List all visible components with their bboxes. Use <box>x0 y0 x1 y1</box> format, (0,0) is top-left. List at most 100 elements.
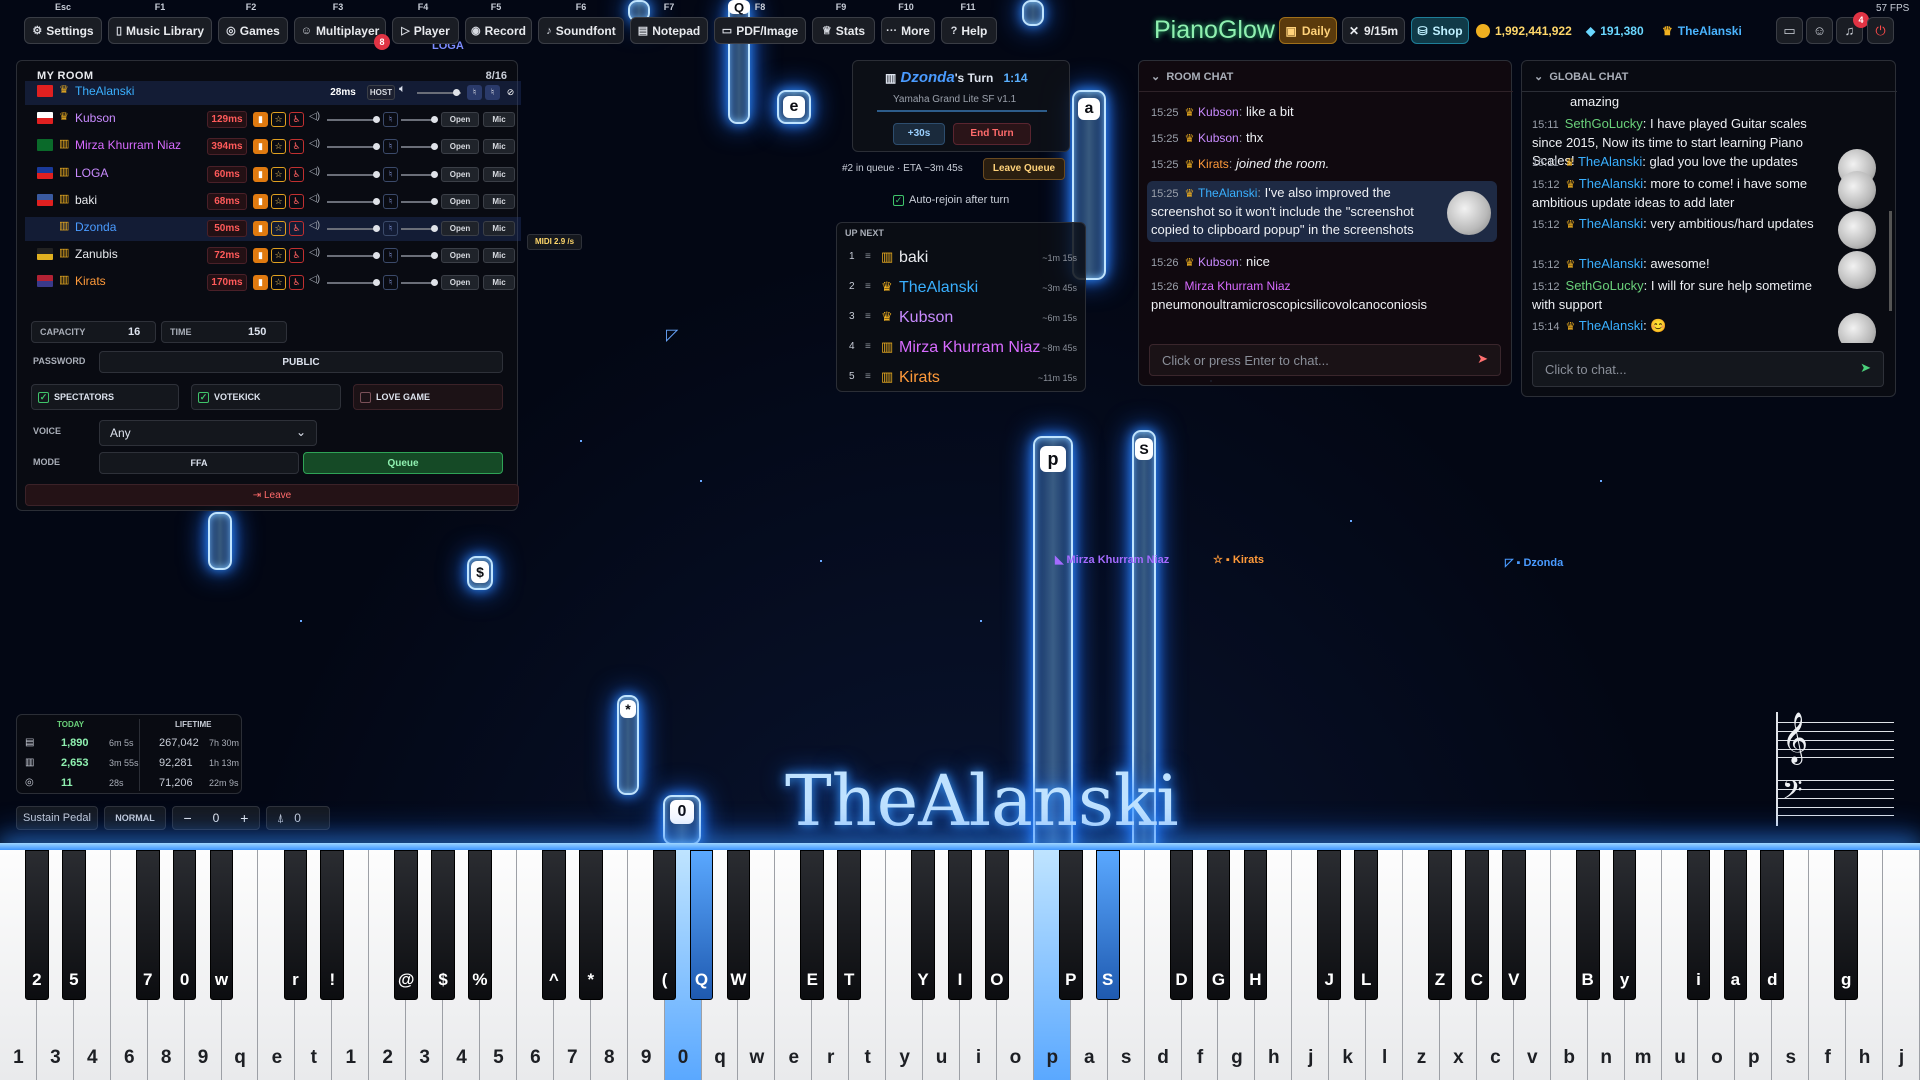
open-button[interactable]: Open <box>441 275 479 291</box>
chat-user[interactable]: Kubson <box>1198 105 1239 119</box>
open-button[interactable]: Open <box>441 248 479 264</box>
volume-slider[interactable] <box>327 116 380 124</box>
mic-icon[interactable]: ♮ <box>383 248 398 264</box>
mic-button[interactable]: Mic <box>483 248 515 264</box>
mic-volume-slider[interactable] <box>401 252 438 260</box>
chat-icon[interactable]: ▭ <box>1776 17 1803 44</box>
mic-icon[interactable]: ♮ <box>383 139 398 155</box>
velocity-mode-button[interactable]: NORMAL <box>104 806 166 830</box>
kick-icon[interactable]: ♿︎ <box>289 166 304 182</box>
power-icon[interactable]: ⏻ <box>1867 17 1894 44</box>
volume-slider[interactable] <box>327 279 380 287</box>
volume-icon[interactable]: ◁) <box>309 220 320 231</box>
player-row[interactable]: ▥ Kirats 170ms ▮ ☆ ♿︎ ◁) ♮ Open Mic <box>25 271 521 295</box>
volume-slider[interactable] <box>327 197 380 205</box>
avatar[interactable] <box>1838 171 1876 209</box>
player-row[interactable]: ♛ Kubson 129ms ▮ ☆ ♿︎ ◁) ♮ Open Mic <box>25 108 521 132</box>
capacity-field[interactable]: CAPACITY 16 <box>31 321 156 343</box>
star-icon[interactable]: ☆ <box>271 193 286 209</box>
settings-button[interactable]: ⚙ Settings <box>24 17 102 44</box>
player-row[interactable]: ▥ Mirza Khurram Niaz 394ms ▮ ☆ ♿︎ ◁) ♮ Open Mic <box>25 135 521 159</box>
autorejoin-checkbox[interactable]: ✓ Auto-rejoin after turn <box>893 194 1009 206</box>
chat-user[interactable]: TheAlanski <box>1579 176 1643 191</box>
mic-icon[interactable]: ♮ <box>383 193 398 209</box>
transpose-minus-button[interactable]: − <box>183 810 191 826</box>
multiplayer-button[interactable]: ☺ Multiplayer <box>294 17 386 44</box>
gift-icon[interactable]: ▮ <box>253 248 268 264</box>
player-row[interactable]: ▥ baki 68ms ▮ ☆ ♿︎ ◁) ♮ Open Mic <box>25 190 521 214</box>
queue-item[interactable]: 3 ≡ ♛ Kubson ~6m 15s <box>837 305 1087 333</box>
queue-item[interactable]: 1 ≡ ▥ baki ~1m 15s <box>837 245 1087 273</box>
drag-handle-icon[interactable]: ≡ <box>865 251 871 262</box>
mic-icon[interactable]: ♮ <box>383 275 398 291</box>
mic-volume-slider[interactable] <box>401 170 438 178</box>
player-row[interactable]: ▥ Dzonda 50ms ▮ ☆ ♿︎ ◁) ♮ Open Mic <box>25 217 521 241</box>
open-button[interactable]: Open <box>441 139 479 155</box>
open-button[interactable]: Open <box>441 193 479 209</box>
more-button[interactable]: ··· More <box>881 17 935 44</box>
mic-button[interactable]: Mic <box>483 221 515 236</box>
volume-slider[interactable] <box>417 89 461 96</box>
queue-item[interactable]: 5 ≡ ▥ Kirats ~11m 15s <box>837 365 1087 393</box>
mic-icon[interactable]: ♮ <box>383 166 398 182</box>
chat-user[interactable]: TheAlanski <box>1579 256 1643 271</box>
star-icon[interactable]: ☆ <box>271 248 286 264</box>
chat-user[interactable]: SethGoLucky <box>1566 278 1644 293</box>
gift-icon[interactable]: ▮ <box>253 139 268 155</box>
volume-icon[interactable]: ◁) <box>309 274 320 285</box>
open-button[interactable]: Open <box>441 112 479 128</box>
time-field[interactable]: TIME 150 <box>161 321 287 343</box>
mic-icon[interactable]: ♮ <box>383 112 398 128</box>
mic-volume-slider[interactable] <box>401 197 438 205</box>
leave-queue-button[interactable]: Leave Queue <box>983 158 1065 180</box>
transpose-plus-button[interactable]: + <box>240 810 248 826</box>
mic-button[interactable]: Mic <box>483 193 515 209</box>
mic-icon[interactable]: ♮ <box>485 85 500 100</box>
chat-user[interactable]: TheAlanski <box>1579 216 1643 231</box>
gift-icon[interactable]: ▮ <box>253 221 268 236</box>
volume-slider[interactable] <box>327 252 380 260</box>
chat-user[interactable]: SethGoLucky <box>1565 116 1643 131</box>
avatar[interactable] <box>1838 211 1876 249</box>
chat-user[interactable]: TheAlanski <box>1578 154 1642 169</box>
end-turn-button[interactable]: End Turn <box>953 123 1031 145</box>
queue-item[interactable]: 4 ≡ ▥ Mirza Khurram Niaz ~8m 45s <box>837 335 1087 363</box>
mic-volume-slider[interactable] <box>401 279 438 287</box>
soundfont-button[interactable]: ♪ Soundfont <box>538 17 624 44</box>
kick-icon[interactable]: ♿︎ <box>289 112 304 128</box>
gift-icon[interactable]: ▮ <box>253 166 268 182</box>
mic-volume-slider[interactable] <box>401 116 438 124</box>
kick-icon[interactable]: ♿︎ <box>289 139 304 155</box>
voice-select[interactable]: Any ⌄ <box>99 420 317 446</box>
room-chat-input[interactable]: Click or press Enter to chat... ➤ <box>1149 344 1501 376</box>
chat-user[interactable]: TheAlanski <box>1198 186 1257 200</box>
rate-indicator[interactable]: ✕ 9/15m <box>1342 17 1405 44</box>
drag-handle-icon[interactable]: ≡ <box>865 341 871 352</box>
scrollbar[interactable] <box>1889 211 1892 311</box>
mic-button[interactable]: Mic <box>483 166 515 182</box>
chat-user[interactable]: Kubson <box>1198 131 1239 145</box>
avatar[interactable] <box>1447 191 1491 235</box>
chat-user[interactable]: Kubson <box>1198 255 1239 269</box>
star-icon[interactable]: ☆ <box>271 221 286 236</box>
mic-button[interactable]: Mic <box>483 112 515 128</box>
volume-icon[interactable]: ◁) <box>309 193 320 204</box>
volume-slider[interactable] <box>327 170 380 178</box>
notepad-button[interactable]: ▤ Notepad <box>630 17 708 44</box>
friends-icon[interactable]: ☺ <box>1806 17 1833 44</box>
open-button[interactable]: Open <box>441 166 479 182</box>
metronome-control[interactable]: ⍋ 0 <box>266 806 330 830</box>
player-row[interactable]: ▥ Zanubis 72ms ▮ ☆ ♿︎ ◁) ♮ Open Mic <box>25 244 521 268</box>
drag-handle-icon[interactable]: ≡ <box>865 371 871 382</box>
avatar[interactable] <box>1838 251 1876 289</box>
kick-icon[interactable]: ♿︎ <box>289 221 304 236</box>
kick-icon[interactable]: ♿︎ <box>289 193 304 209</box>
spectators-checkbox[interactable]: ✓ SPECTATORS <box>31 384 179 410</box>
star-icon[interactable]: ☆ <box>271 139 286 155</box>
gift-icon[interactable]: ▮ <box>253 275 268 291</box>
player-row[interactable]: ▥ LOGA 60ms ▮ ☆ ♿︎ ◁) ♮ Open Mic <box>25 163 521 187</box>
profile-name[interactable]: ♛ TheAlanski <box>1662 17 1774 44</box>
volume-icon[interactable]: ◁) <box>309 247 320 258</box>
mic-icon[interactable]: ♮ <box>383 221 398 236</box>
piano-white-key[interactable] <box>1883 850 1920 1080</box>
